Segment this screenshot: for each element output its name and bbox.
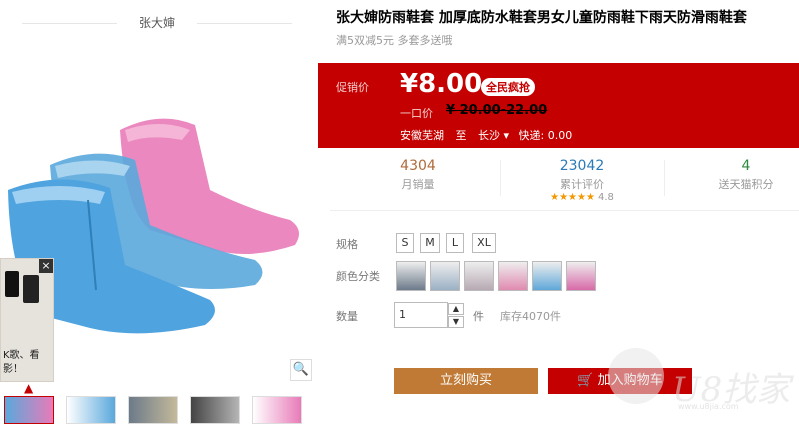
original-price: ¥ 20.00-22.00 [446,103,548,118]
ship-to-word: 至 [455,129,467,142]
stat-points: 4 送天猫积分 [686,158,799,192]
shipping-info: 安徽芜湖 至 长沙 ▾ 快递: 0.00 [400,127,572,143]
promo-price: ¥8.00 [400,69,483,99]
watermark: U8找家 www.u8jia.com [600,340,799,420]
thumbnail[interactable] [4,396,54,424]
quantity-unit: 件 [473,310,484,323]
color-swatch[interactable] [532,261,562,291]
cart-icon: 🛒 [577,373,594,388]
floating-ad[interactable]: × K歌、看 影！ [0,258,54,382]
ad-text-line: K歌、看 [3,350,40,361]
watermark-url: www.u8jia.com [678,402,739,411]
stat-label: 送天猫积分 [718,178,774,191]
product-gallery: 张大婶 × K歌、看 影！ 🔍 ▲ [0,0,318,424]
thumbnail[interactable] [190,396,240,424]
phone-image [5,271,19,297]
thumbnail-strip [4,396,304,424]
shipping-fee: 快递: 0.00 [518,129,573,142]
ship-from: 安徽芜湖 [400,129,444,142]
buy-now-button[interactable]: 立刻购买 [394,368,538,394]
divider [197,23,292,24]
size-label: 规格 [336,238,358,251]
size-option-xl[interactable]: XL [472,233,496,253]
stat-monthly-sales: 4304 月销量 [358,158,478,192]
ad-text-line: 影！ [3,364,23,375]
original-price-label: 一口价 [400,107,433,120]
stat-label: 累计评价 [560,178,604,191]
size-option-l[interactable]: L [446,233,464,253]
color-swatch[interactable] [396,261,426,291]
product-title: 张大婶防雨鞋套 加厚底防水鞋套男女儿童防雨鞋下雨天防滑雨鞋套 [336,10,747,26]
price-panel: 促销价 ¥8.00 全民疯抢 一口价 ¥ 20.00-22.00 安徽芜湖 至 … [318,63,799,148]
chevron-up-icon[interactable]: ▲ [24,381,33,395]
rating-value: 4.8 [597,192,614,203]
quantity-input[interactable]: 1 [394,302,448,328]
size-option-m[interactable]: M [420,233,440,253]
color-swatch[interactable] [498,261,528,291]
stat-label: 月销量 [401,178,435,191]
stat-value: 4304 [400,158,436,174]
color-swatch[interactable] [566,261,596,291]
shop-header: 张大婶 [22,8,292,38]
stat-value: 23042 [559,158,605,174]
thumbnail[interactable] [252,396,302,424]
quantity-label: 数量 [336,310,358,323]
divider [500,160,501,196]
divider [664,160,665,196]
decrement-icon[interactable]: ▼ [448,316,464,328]
ship-to-city: 长沙 [478,129,500,142]
color-label: 颜色分类 [336,270,380,283]
stock-count: 库存4070件 [500,310,561,323]
thumbnail[interactable] [66,396,116,424]
star-icon: ★★★★★ [550,192,595,203]
rating: ★★★★★ 4.8 [522,192,642,203]
watermark-logo [608,348,664,404]
close-icon[interactable]: × [39,259,53,273]
size-option-s[interactable]: S [396,233,414,253]
product-subtitle: 满5双减5元 多套多送哦 [336,34,453,47]
promo-badge: 全民疯抢 [481,78,535,96]
color-swatch[interactable] [430,261,460,291]
ad-text: K歌、看 影！ [3,349,40,377]
chevron-down-icon: ▾ [503,129,510,142]
ship-to-select[interactable]: 长沙 ▾ [478,129,509,142]
stats-bar: 4304 月销量 23042 累计评价 ★★★★★ 4.8 4 送天猫积分 [330,148,799,211]
increment-icon[interactable]: ▲ [448,303,464,315]
stat-reviews[interactable]: 23042 累计评价 ★★★★★ 4.8 [522,158,642,203]
stat-value: 4 [741,158,751,174]
promo-price-label: 促销价 [336,81,369,94]
phone-image [23,275,39,303]
color-swatch[interactable] [464,261,494,291]
thumbnail[interactable] [128,396,178,424]
zoom-icon[interactable]: 🔍 [290,359,312,381]
